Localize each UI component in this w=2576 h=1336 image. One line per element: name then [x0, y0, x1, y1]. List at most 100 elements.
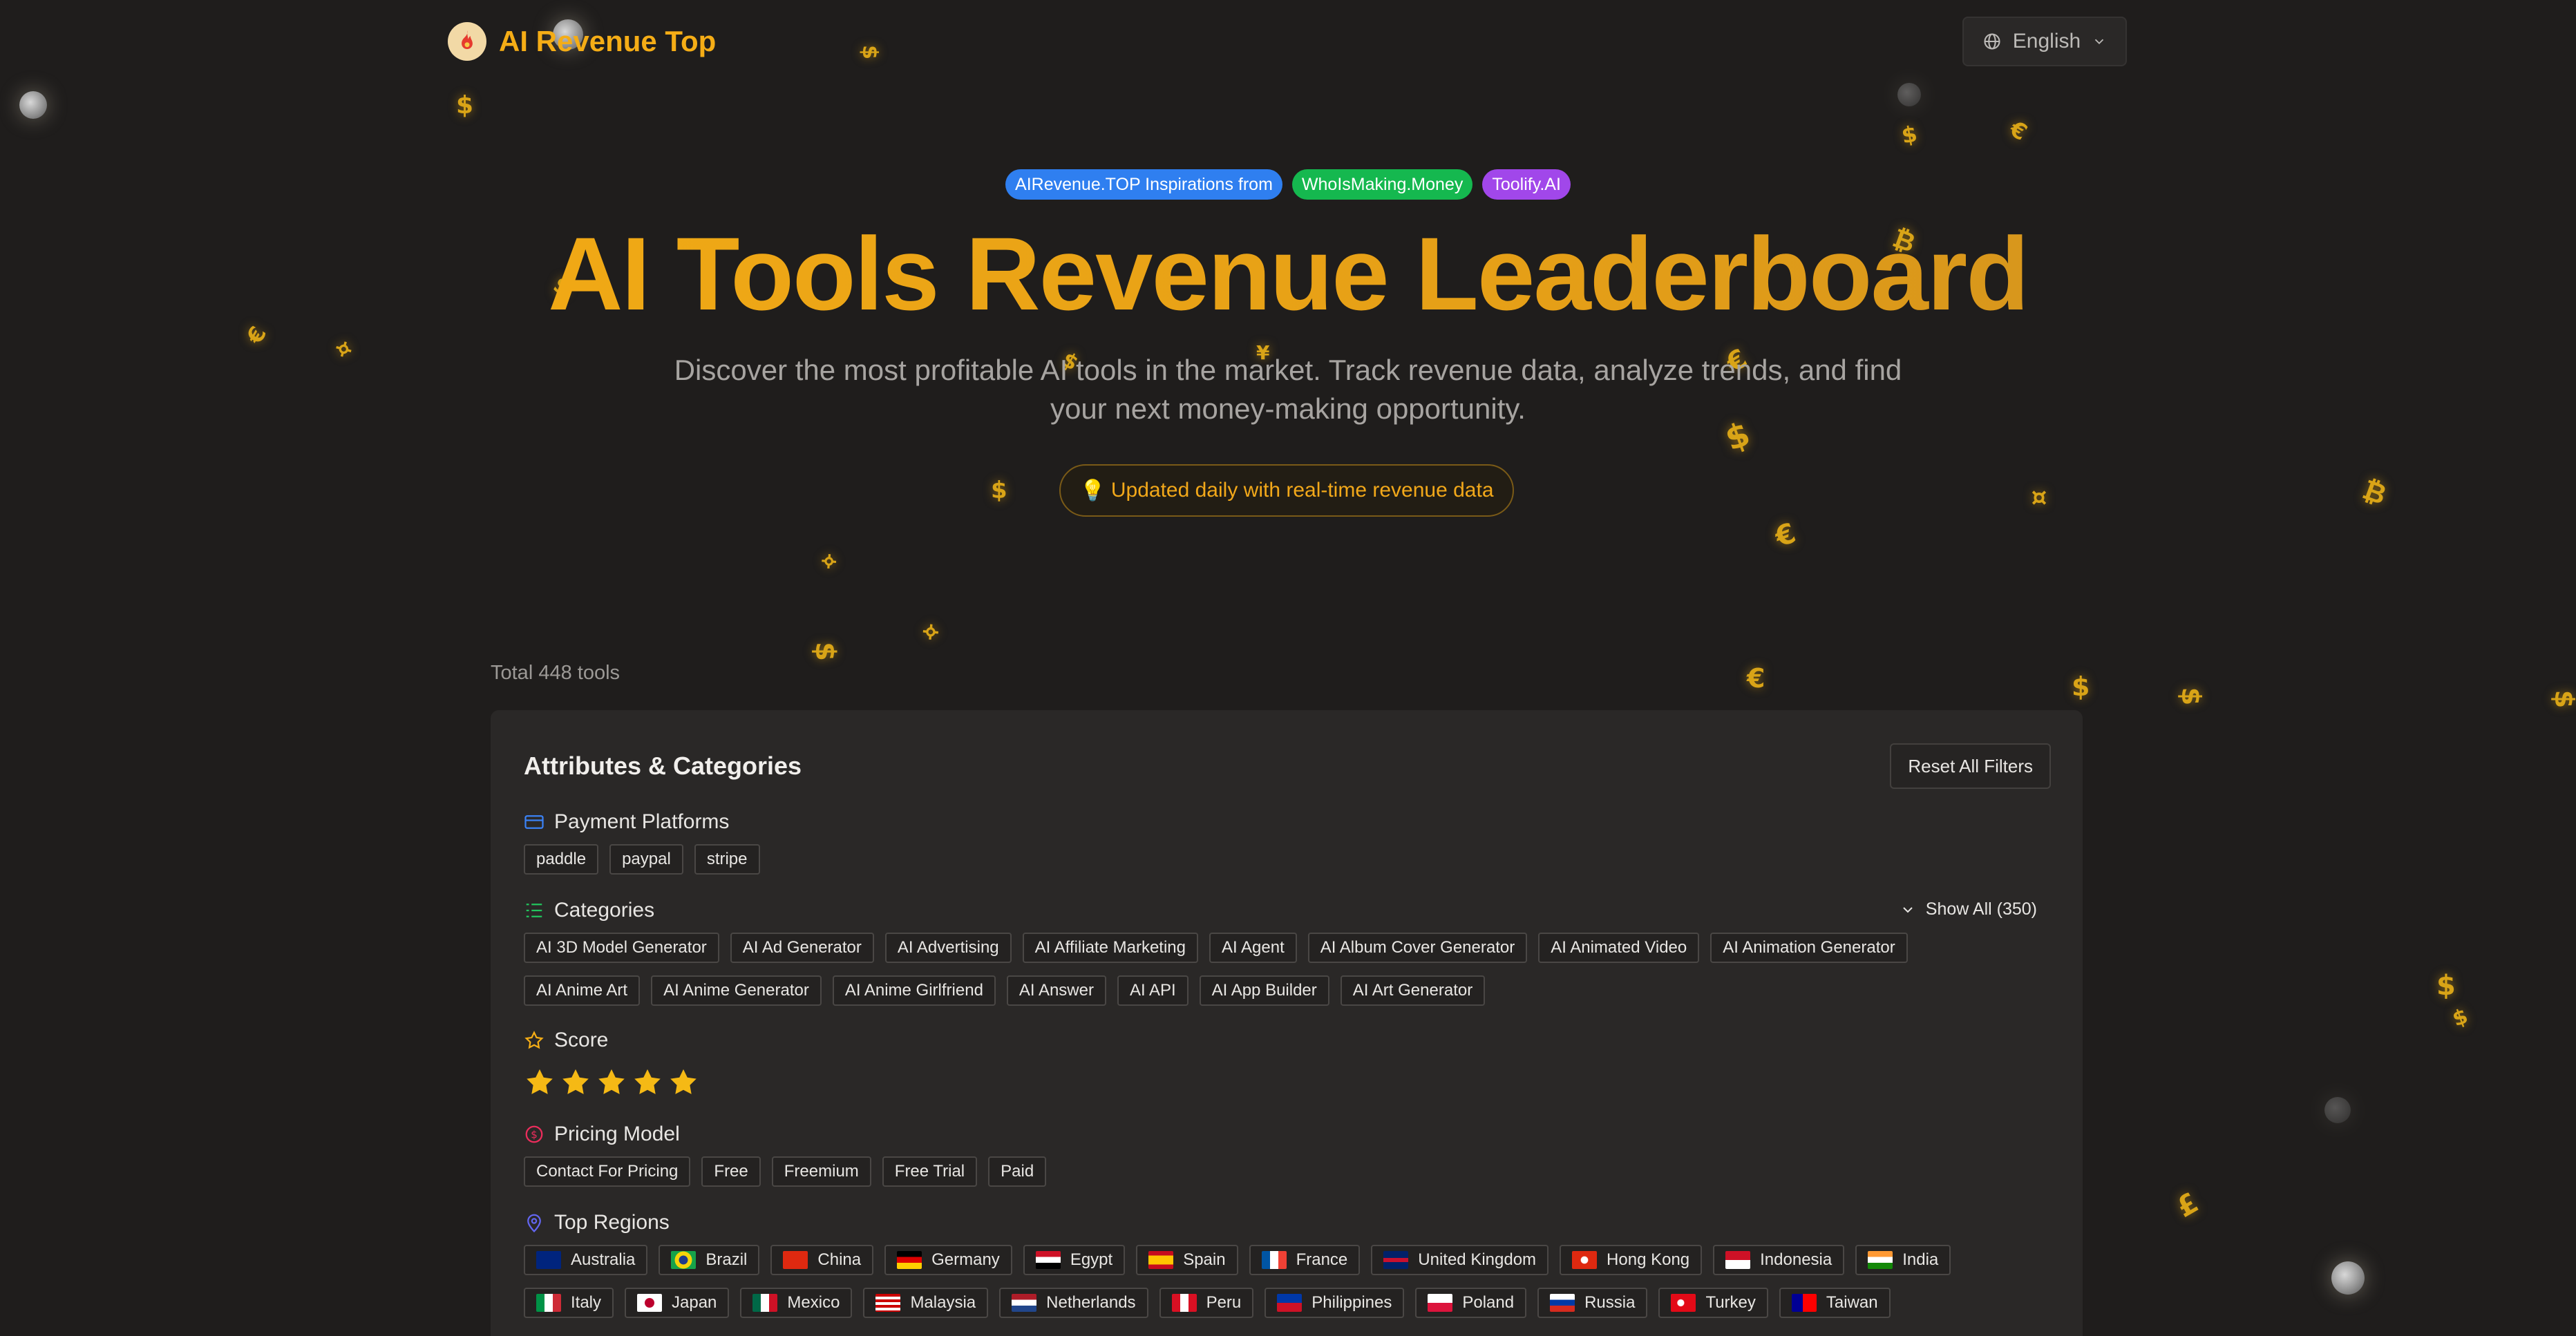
- star-rating-5[interactable]: [667, 1067, 699, 1098]
- chip-category[interactable]: AI Animation Generator: [1710, 933, 1908, 963]
- globe-icon: [1984, 33, 2000, 50]
- dollar-circle-icon: $: [525, 1125, 543, 1143]
- chip-category[interactable]: AI Animated Video: [1538, 933, 1700, 963]
- flag-uk-icon: [1383, 1251, 1409, 1269]
- score-stars: [524, 1067, 2051, 1098]
- show-all-label: Show All (350): [1925, 899, 2037, 919]
- chip-category[interactable]: AI Art Generator: [1340, 975, 1486, 1006]
- star-rating-4[interactable]: [632, 1067, 663, 1098]
- chip-region-indonesia[interactable]: Indonesia: [1713, 1245, 1845, 1275]
- svg-text:$: $: [531, 1129, 538, 1141]
- chip-category[interactable]: AI Answer: [1006, 975, 1106, 1006]
- flame-logo-icon: [448, 22, 486, 61]
- pound-icon: £: [2171, 1187, 2204, 1224]
- chip-stripe[interactable]: stripe: [694, 844, 760, 875]
- chip-pricing[interactable]: Free: [701, 1156, 761, 1187]
- chip-pricing[interactable]: Paid: [988, 1156, 1047, 1187]
- chip-region-russia[interactable]: Russia: [1537, 1288, 1648, 1318]
- badge-whoismakingmoney-link[interactable]: WhoIsMaking.Money: [1291, 169, 1473, 200]
- update-note-text: Updated daily with real-time revenue dat…: [1110, 479, 1494, 502]
- star-rating-1[interactable]: [524, 1067, 556, 1098]
- chip-region-germany[interactable]: Germany: [884, 1245, 1012, 1275]
- reset-filters-button[interactable]: Reset All Filters: [1890, 743, 2051, 789]
- flag-india-icon: [1868, 1251, 1893, 1269]
- language-label: English: [2012, 30, 2081, 53]
- bitcoin-icon: ₿: [2358, 473, 2391, 512]
- chip-region-china[interactable]: China: [770, 1245, 874, 1275]
- chevron-down-icon: [1903, 906, 1913, 913]
- chip-region-philippines[interactable]: Philippines: [1265, 1288, 1405, 1318]
- payment-platforms-section: Payment Platforms paddle paypal stripe: [524, 808, 2051, 875]
- chip-region-egypt[interactable]: Egypt: [1023, 1245, 1126, 1275]
- coin-icon: ¤: [329, 336, 359, 362]
- chip-pricing[interactable]: Free Trial: [882, 1156, 978, 1187]
- language-selector[interactable]: English: [1962, 17, 2127, 66]
- update-note: 💡 Updated daily with real-time revenue d…: [1059, 464, 1514, 517]
- star-rating-3[interactable]: [596, 1067, 627, 1098]
- dollar-icon: $: [991, 477, 1007, 504]
- dollar-icon: $: [2436, 970, 2456, 1002]
- chip-category[interactable]: AI Album Cover Generator: [1307, 933, 1528, 963]
- flag-malaysia-icon: [875, 1294, 901, 1312]
- map-pin-icon: [527, 1214, 541, 1233]
- chip-category[interactable]: AI Anime Art: [524, 975, 641, 1006]
- chip-region-spain[interactable]: Spain: [1136, 1245, 1238, 1275]
- chip-category[interactable]: AI API: [1117, 975, 1188, 1006]
- categories-section: Categories Show All (350) AI 3D Model Ge…: [524, 897, 2051, 1006]
- badge-inspirations: AIRevenue.TOP Inspirations from: [1005, 169, 1282, 200]
- moon-icon: [1897, 83, 1921, 106]
- top-regions-section: Top Regions Australia Brazil China Germa…: [524, 1209, 2051, 1318]
- filter-panel: Attributes & Categories Reset All Filter…: [491, 710, 2083, 1336]
- chip-paypal[interactable]: paypal: [609, 844, 683, 875]
- flag-germany-icon: [897, 1251, 922, 1269]
- chip-category[interactable]: AI 3D Model Generator: [524, 933, 719, 963]
- chip-region-netherlands[interactable]: Netherlands: [999, 1288, 1148, 1318]
- flag-brazil-icon: [671, 1251, 697, 1269]
- chip-region-brazil[interactable]: Brazil: [659, 1245, 760, 1275]
- flag-poland-icon: [1428, 1294, 1453, 1312]
- chip-region-malaysia[interactable]: Malaysia: [863, 1288, 989, 1318]
- dollar-icon: $: [456, 91, 474, 120]
- chevron-down-icon: [2095, 39, 2104, 45]
- badge-toolify-link[interactable]: Toolify.AI: [1482, 169, 1571, 200]
- chip-category[interactable]: AI Agent: [1209, 933, 1297, 963]
- flag-italy-icon: [536, 1294, 561, 1312]
- hero-subtitle: Discover the most profitable AI tools in…: [674, 354, 1902, 425]
- flag-australia-icon: [536, 1251, 561, 1269]
- chip-region-italy[interactable]: Italy: [524, 1288, 614, 1318]
- show-all-categories-button[interactable]: Show All (350): [1900, 899, 2037, 919]
- chip-region-turkey[interactable]: Turkey: [1658, 1288, 1768, 1318]
- chip-category[interactable]: AI Anime Girlfriend: [832, 975, 996, 1006]
- chip-category[interactable]: AI Advertising: [884, 933, 1012, 963]
- chip-region-australia[interactable]: Australia: [524, 1245, 648, 1275]
- chip-region-hong-kong[interactable]: Hong Kong: [1560, 1245, 1703, 1275]
- chip-region-peru[interactable]: Peru: [1159, 1288, 1254, 1318]
- flag-france-icon: [1261, 1251, 1287, 1269]
- chip-paddle[interactable]: paddle: [524, 844, 599, 875]
- chip-region-france[interactable]: France: [1249, 1245, 1361, 1275]
- chip-region-japan[interactable]: Japan: [625, 1288, 730, 1318]
- filter-panel-header: Attributes & Categories Reset All Filter…: [524, 743, 2051, 789]
- chip-pricing[interactable]: Contact For Pricing: [524, 1156, 691, 1187]
- chip-region-mexico[interactable]: Mexico: [740, 1288, 853, 1318]
- chip-region-taiwan[interactable]: Taiwan: [1779, 1288, 1891, 1318]
- chip-region-poland[interactable]: Poland: [1415, 1288, 1527, 1318]
- dollar-icon: $: [2072, 671, 2090, 702]
- chip-category[interactable]: AI Ad Generator: [730, 933, 874, 963]
- chip-pricing[interactable]: Freemium: [771, 1156, 871, 1187]
- coin-icon: ¤: [815, 547, 842, 575]
- moon-icon: [19, 91, 47, 119]
- chip-category[interactable]: AI Affiliate Marketing: [1022, 933, 1198, 963]
- score-section: Score: [524, 1027, 2051, 1098]
- flag-netherlands-icon: [1012, 1294, 1037, 1312]
- chip-category[interactable]: AI App Builder: [1199, 975, 1329, 1006]
- brand-link[interactable]: AI Revenue Top: [448, 22, 716, 61]
- euro-icon: €: [1747, 663, 1765, 694]
- star-rating-2[interactable]: [560, 1067, 591, 1098]
- pricing-model-section: $ Pricing Model Contact For Pricing Free…: [524, 1120, 2051, 1187]
- flag-spain-icon: [1148, 1251, 1174, 1269]
- chip-category[interactable]: AI Anime Generator: [651, 975, 822, 1006]
- chip-region-india[interactable]: India: [1855, 1245, 1951, 1275]
- flag-peru-icon: [1171, 1294, 1197, 1312]
- chip-region-united-kingdom[interactable]: United Kingdom: [1371, 1245, 1549, 1275]
